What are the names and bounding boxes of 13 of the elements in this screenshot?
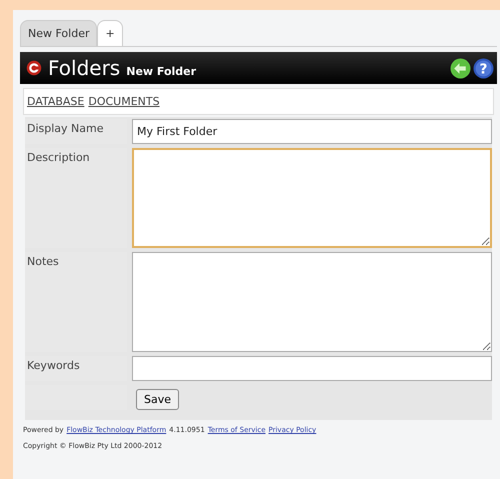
nav-link[interactable]: DOCUMENTS xyxy=(88,95,160,108)
help-icon[interactable]: ? xyxy=(473,58,494,78)
nav-link[interactable]: DATABASE xyxy=(27,95,84,108)
text-field[interactable] xyxy=(132,356,492,381)
tab[interactable]: + xyxy=(97,20,123,46)
text-field[interactable]: My First Folder xyxy=(132,119,492,144)
page-subtitle: New Folder xyxy=(126,64,196,78)
tab[interactable]: New Folder xyxy=(20,20,98,46)
text-area[interactable] xyxy=(132,252,492,352)
save-button[interactable]: Save xyxy=(136,389,180,410)
text-area[interactable] xyxy=(132,148,492,248)
logo-icon xyxy=(26,60,42,76)
page-title: Folders xyxy=(48,56,120,80)
